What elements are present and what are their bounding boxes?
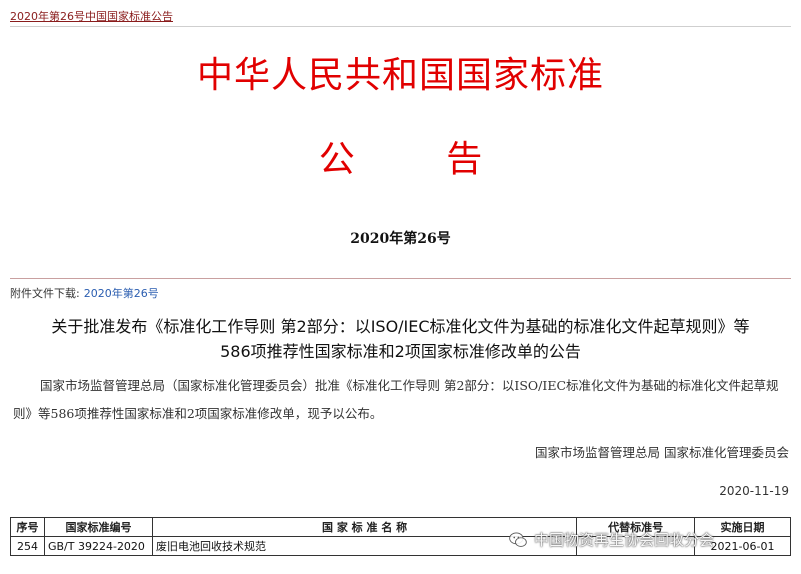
sign-date: 2020-11-19 [719, 484, 789, 498]
cell-code: GB/T 39224-2020 [43, 536, 153, 556]
announcement-headline: 关于批准发布《标准化工作导则 第2部分：以ISO/IEC标准化文件为基础的标准化… [20, 314, 781, 364]
attachment-link[interactable]: 2020年第26号 [84, 287, 159, 300]
top-divider [10, 26, 791, 27]
watermark: 中国物资再生协会回收分会 [508, 529, 714, 550]
headline-line-2: 586项推荐性国家标准和2项国家标准修改单的公告 [220, 342, 581, 361]
announcement-body: 国家市场监督管理总局（国家标准化管理委员会）批准《标准化工作导则 第2部分：以I… [13, 378, 779, 421]
header-code: 国家标准编号 [43, 517, 153, 537]
issue-number: 2020年第26号 [350, 231, 451, 247]
breadcrumb-link[interactable]: 2020年第26号中国国家标准公告 [10, 10, 173, 23]
attachment-label: 附件文件下载: [10, 287, 80, 300]
notice-title: 公 告 [318, 139, 523, 180]
wechat-icon [509, 532, 527, 547]
watermark-text: 中国物资再生协会回收分会 [534, 531, 715, 549]
headline-line-1: 关于批准发布《标准化工作导则 第2部分：以ISO/IEC标准化文件为基础的标准化… [51, 317, 750, 336]
header-no: 序号 [10, 517, 45, 537]
cell-no: 254 [10, 536, 45, 556]
gov-title: 中华人民共和国国家标准 [196, 55, 604, 96]
signer: 国家市场监督管理总局 国家标准化管理委员会 [535, 445, 789, 460]
attachment-bar: 附件文件下载: 2020年第26号 [10, 278, 791, 300]
breadcrumb: 2020年第26号中国国家标准公告 [10, 8, 173, 24]
